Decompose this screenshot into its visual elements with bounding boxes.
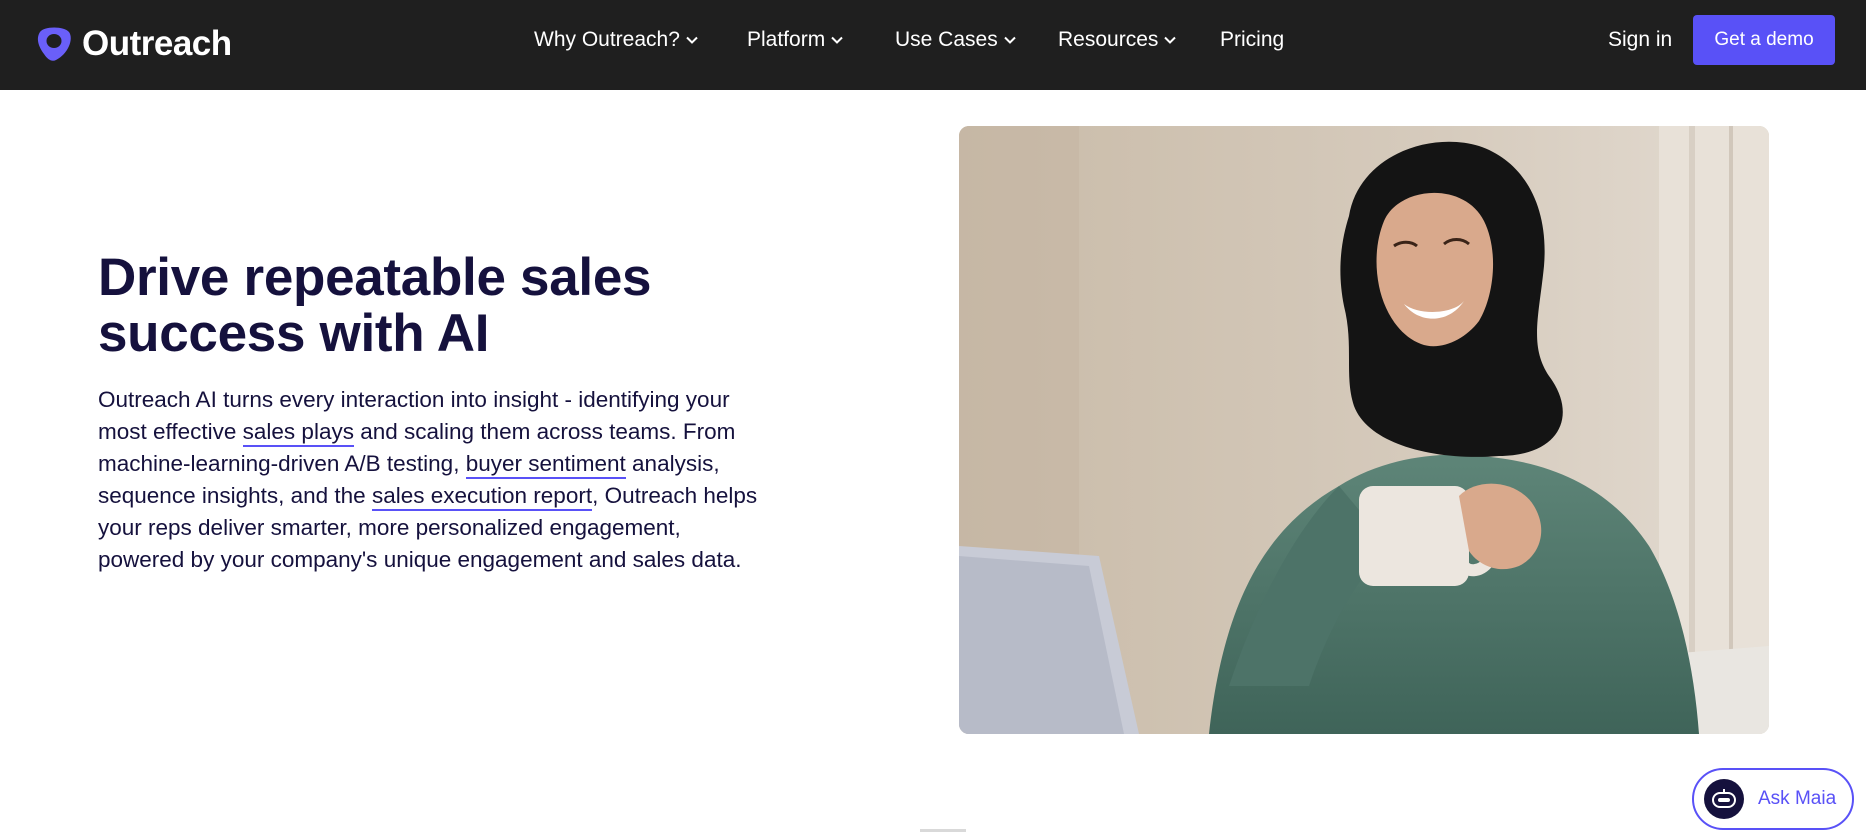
- hero-photo-illustration: [959, 126, 1769, 734]
- chevron-down-icon: [831, 36, 843, 44]
- nav-pricing[interactable]: Pricing: [1220, 24, 1284, 56]
- chevron-down-icon: [1003, 36, 1016, 44]
- nav-label: Pricing: [1220, 28, 1285, 51]
- ask-maia-label: Ask Maia: [1758, 788, 1837, 809]
- hero-title: Drive repeatable sales success with AI: [98, 250, 738, 362]
- nav-label: Resources: [1058, 28, 1159, 51]
- nav-label: Platform: [747, 28, 826, 51]
- nav-why-outreach[interactable]: Why Outreach?: [534, 24, 698, 56]
- hero-photo: [959, 126, 1769, 734]
- get-a-demo-button[interactable]: Get a demo: [1693, 15, 1835, 65]
- chevron-down-icon: [686, 36, 698, 44]
- nav-use-cases[interactable]: Use Cases: [895, 24, 1016, 56]
- buyer-sentiment-link[interactable]: buyer sentiment: [465, 451, 626, 479]
- hero-title-line-1: Drive repeatable sales: [98, 248, 652, 307]
- outreach-logo-icon: [37, 27, 71, 61]
- robot-icon: [1704, 779, 1744, 819]
- nav-label: Use Cases: [895, 28, 998, 51]
- sign-in-link[interactable]: Sign in: [1608, 24, 1672, 56]
- top-navigation: Outreach Why Outreach? Platform Use Case…: [0, 0, 1866, 90]
- outreach-logo[interactable]: Outreach: [34, 20, 232, 68]
- sales-execution-report-link[interactable]: sales execution report: [371, 483, 593, 511]
- hero-title-line-2: success with AI: [98, 304, 490, 363]
- nav-resources[interactable]: Resources: [1058, 24, 1177, 56]
- hero-description: Outreach AI turns every interaction into…: [98, 384, 758, 576]
- nav-label: Why Outreach?: [534, 28, 680, 51]
- sales-plays-link[interactable]: sales plays: [242, 419, 354, 447]
- nav-platform[interactable]: Platform: [747, 24, 843, 56]
- ask-maia-button[interactable]: Ask Maia: [1692, 768, 1854, 830]
- chevron-down-icon: [1164, 36, 1177, 44]
- brand-name: Outreach: [82, 24, 232, 63]
